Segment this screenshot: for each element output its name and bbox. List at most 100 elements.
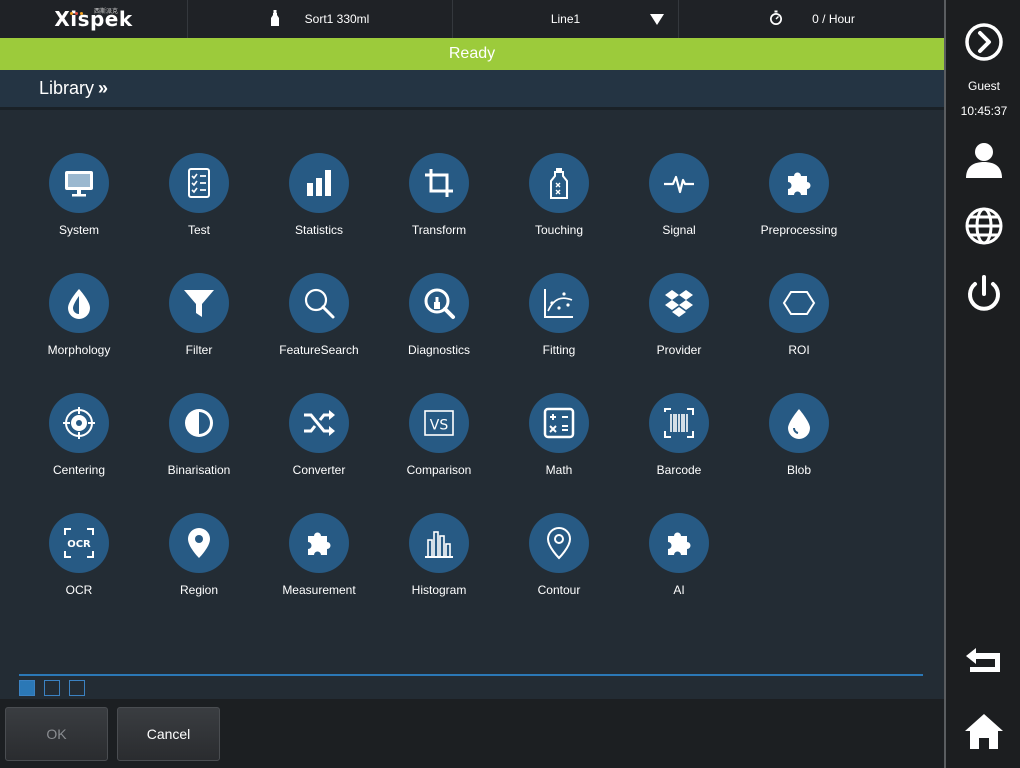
brand-subtitle: 西斯派克 <box>94 9 119 15</box>
stopwatch-icon <box>768 10 784 29</box>
user-name: Guest <box>967 79 1000 93</box>
tile-label: Fitting <box>542 343 576 357</box>
line-selector[interactable]: Line1 <box>453 0 679 38</box>
tile-label: System <box>58 223 99 237</box>
tile-ocr[interactable]: OCR OCR <box>19 513 139 613</box>
tile-label: Diagnostics <box>407 343 471 357</box>
monitor-icon <box>49 153 109 213</box>
tile-label: Math <box>545 463 573 477</box>
tile-label: Transform <box>411 223 467 237</box>
puzzle-icon <box>289 513 349 573</box>
tile-comparison[interactable]: VS Comparison <box>379 393 499 493</box>
tile-ai[interactable]: AI <box>619 513 739 613</box>
scatter-fit-icon <box>529 273 589 333</box>
tile-roi[interactable]: ROI <box>739 273 859 373</box>
tile-centering[interactable]: Centering <box>19 393 139 493</box>
magnifier-icon <box>289 273 349 333</box>
tile-converter[interactable]: Converter <box>259 393 379 493</box>
tile-preprocessing[interactable]: Preprocessing <box>739 153 859 253</box>
tile-label: Centering <box>52 463 106 477</box>
location-outline-icon <box>529 513 589 573</box>
tile-contour[interactable]: Contour <box>499 513 619 613</box>
production-rate: 0 / Hour <box>679 0 944 38</box>
shuffle-icon <box>289 393 349 453</box>
tile-diagnostics[interactable]: Diagnostics <box>379 273 499 373</box>
tile-math[interactable]: Math <box>499 393 619 493</box>
tile-fitting[interactable]: Fitting <box>499 273 619 373</box>
tile-label: Region <box>179 583 219 597</box>
page-divider <box>19 674 923 676</box>
bar-chart-icon <box>289 153 349 213</box>
page-dot-2[interactable] <box>44 680 60 696</box>
histogram-icon <box>409 513 469 573</box>
tile-label: Binarisation <box>167 463 231 477</box>
tile-label: Preprocessing <box>760 223 838 237</box>
globe-icon[interactable] <box>946 206 1020 246</box>
back-arrow-icon[interactable] <box>946 646 1020 678</box>
double-chevron-right-icon: » <box>98 78 109 98</box>
pulse-icon <box>649 153 709 213</box>
tile-featuresearch[interactable]: FeatureSearch <box>259 273 379 373</box>
tile-label: Comparison <box>406 463 472 477</box>
barcode-icon <box>649 393 709 453</box>
tile-system[interactable]: System <box>19 153 139 253</box>
tile-morphology[interactable]: Morphology <box>19 273 139 373</box>
hexagon-icon <box>769 273 829 333</box>
tile-touching[interactable]: Touching <box>499 153 619 253</box>
tile-label: ROI <box>788 343 810 357</box>
drop-icon <box>769 393 829 453</box>
bottom-bar: OK Cancel <box>0 699 944 768</box>
status-text: Ready <box>448 45 496 62</box>
crop-icon <box>409 153 469 213</box>
page-dot-1[interactable] <box>19 680 35 696</box>
tile-filter[interactable]: Filter <box>139 273 259 373</box>
tile-label: AI <box>673 583 685 597</box>
diagnostic-magnifier-icon <box>409 273 469 333</box>
tile-statistics[interactable]: Statistics <box>259 153 379 253</box>
status-bar: Ready <box>0 38 944 70</box>
tile-signal[interactable]: Signal <box>619 153 739 253</box>
puzzle-icon <box>769 153 829 213</box>
user-icon[interactable] <box>946 140 1020 180</box>
next-circle-icon[interactable] <box>946 22 1020 62</box>
tile-label: Measurement <box>282 583 356 597</box>
tile-region[interactable]: Region <box>139 513 259 613</box>
brand-logo: 西斯派克 Xispek <box>0 0 188 38</box>
app-window: 西斯派克 Xispek Sort1 330ml Line1 0 / Hour R… <box>0 0 1020 768</box>
tile-test[interactable]: Test <box>139 153 259 253</box>
crosshair-icon <box>49 393 109 453</box>
page-indicator <box>19 680 85 696</box>
tile-transform[interactable]: Transform <box>379 153 499 253</box>
tile-measurement[interactable]: Measurement <box>259 513 379 613</box>
drop-half-icon <box>49 273 109 333</box>
bottle-icon <box>270 9 279 29</box>
map-pin-icon <box>169 513 229 573</box>
tile-blob[interactable]: Blob <box>739 393 859 493</box>
page-dot-3[interactable] <box>69 680 85 696</box>
tile-label: Signal <box>662 223 696 237</box>
line-label: Line1 <box>550 12 581 26</box>
power-icon[interactable] <box>946 274 1020 314</box>
ocr-icon: OCR <box>49 513 109 573</box>
product-label: Sort1 330ml <box>304 12 370 26</box>
library-breadcrumb[interactable]: Library » <box>0 70 944 110</box>
top-bar: 西斯派克 Xispek Sort1 330ml Line1 0 / Hour <box>0 0 944 38</box>
tile-label: Contour <box>537 583 581 597</box>
dropbox-icon <box>649 273 709 333</box>
calculator-icon <box>529 393 589 453</box>
svg-text:VS: VS <box>430 418 449 434</box>
library-title: Library <box>39 78 95 98</box>
cancel-button[interactable]: Cancel <box>117 707 220 761</box>
clock: 10:45:37 <box>960 104 1008 118</box>
product-selector[interactable]: Sort1 330ml <box>188 0 453 38</box>
home-icon[interactable] <box>946 712 1020 750</box>
ok-button[interactable]: OK <box>5 707 108 761</box>
tile-binarisation[interactable]: Binarisation <box>139 393 259 493</box>
rate-label: 0 / Hour <box>812 12 855 26</box>
tile-histogram[interactable]: Histogram <box>379 513 499 613</box>
tile-barcode[interactable]: Barcode <box>619 393 739 493</box>
tile-provider[interactable]: Provider <box>619 273 739 373</box>
checklist-icon <box>169 153 229 213</box>
right-sidebar: Guest 10:45:37 <box>944 0 1020 768</box>
half-circle-icon <box>169 393 229 453</box>
